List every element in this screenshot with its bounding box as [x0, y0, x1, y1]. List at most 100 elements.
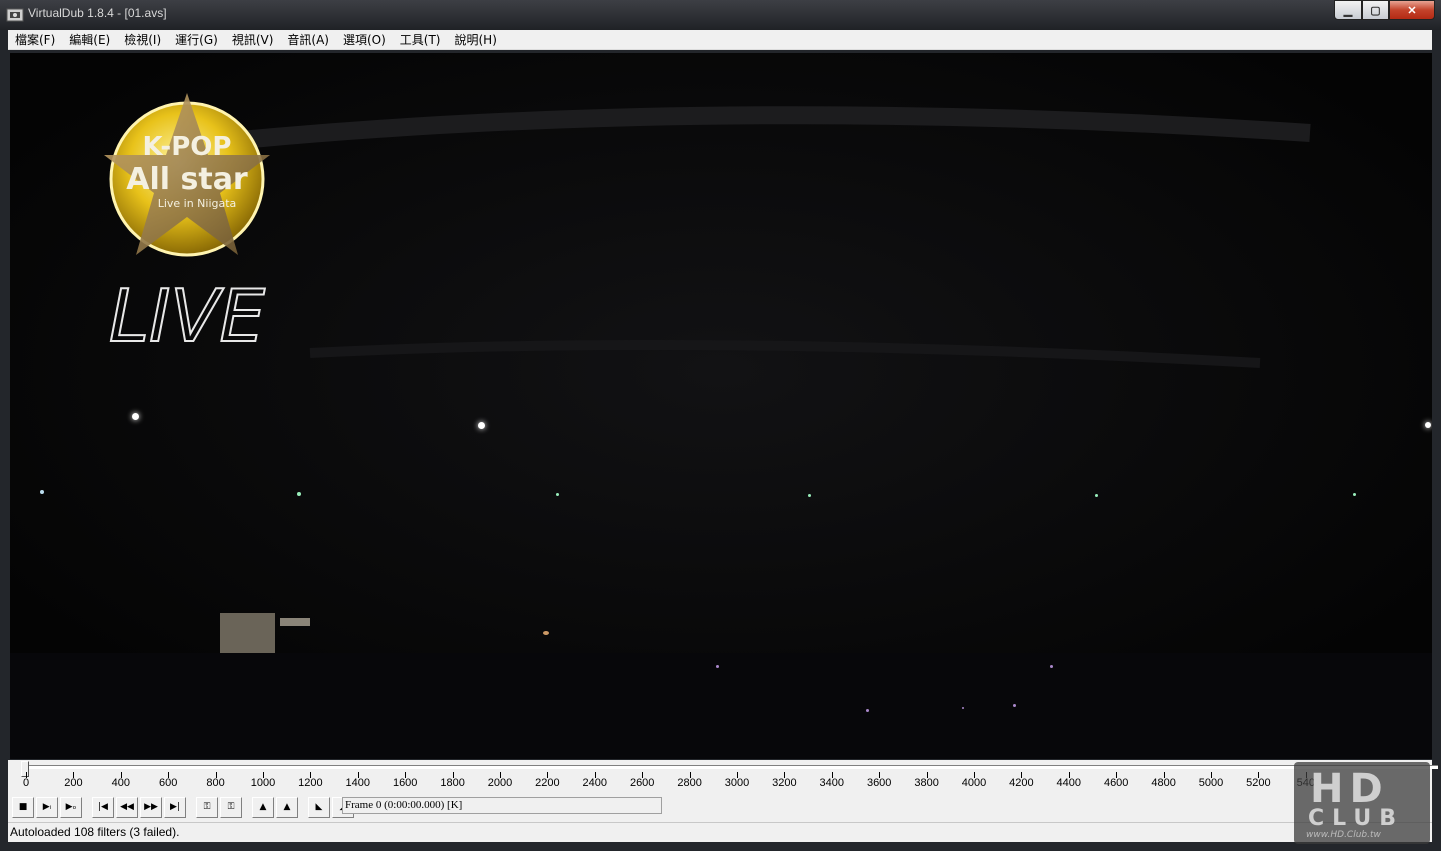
minimize-icon: ▁ — [1343, 4, 1353, 17]
go-start-icon: |◀ — [98, 802, 108, 812]
close-icon: ✕ — [1407, 4, 1417, 17]
next-keyframe-button[interactable]: ⚿ — [220, 796, 242, 818]
menu-go[interactable]: 運行(G) — [168, 30, 225, 50]
position-slider-track[interactable] — [22, 765, 1438, 769]
menu-audio[interactable]: 音訊(A) — [280, 30, 336, 50]
timeline-label: 2400 — [582, 777, 608, 789]
go-end-button[interactable]: ▶| — [164, 796, 186, 818]
play-output-button[interactable]: ▶ₒ — [60, 796, 82, 818]
prev-scene-button[interactable]: ▲ — [252, 796, 274, 818]
timeline-label: 0 — [22, 777, 30, 789]
menu-video[interactable]: 視訊(V) — [225, 30, 281, 50]
next-scene-icon: ▲ — [283, 802, 291, 812]
timeline-label: 1200 — [298, 777, 323, 789]
close-button[interactable]: ✕ — [1389, 0, 1435, 20]
timeline-label: 1600 — [392, 777, 418, 789]
maximize-icon: ▢ — [1370, 4, 1381, 17]
stage-light — [556, 493, 559, 496]
frame-indicator: Frame 0 (0:00:00.000) [K] — [342, 797, 662, 814]
menu-edit[interactable]: 編輯(E) — [62, 30, 117, 50]
timeline-label: 3200 — [772, 777, 797, 789]
minimize-button[interactable]: ▁ — [1334, 0, 1362, 20]
next-scene-button[interactable]: ▲ — [276, 796, 298, 818]
timeline-label: 1800 — [440, 777, 465, 789]
timeline-label: 600 — [159, 777, 178, 789]
play-input-button[interactable]: ▶ᵢ — [36, 796, 58, 818]
crowd-light — [1013, 704, 1016, 707]
mark-in-icon: ◣ — [315, 802, 323, 812]
stop-icon: ■ — [18, 802, 28, 812]
crowd-light — [716, 665, 719, 668]
crowd-light — [866, 709, 869, 712]
watermark-url: www.HD.Club.tw — [1306, 830, 1381, 840]
timeline-label: 5000 — [1198, 777, 1224, 789]
timeline-label: 1000 — [250, 777, 276, 789]
stage-light — [40, 490, 44, 494]
timeline-label: 4800 — [1151, 777, 1176, 789]
title-bar[interactable]: VirtualDub 1.8.4 - [01.avs] ▁ ▢ ✕ — [0, 0, 1441, 30]
stage-light — [808, 494, 811, 497]
prev-scene-icon: ▲ — [259, 802, 267, 812]
menu-file[interactable]: 檔案(F) — [8, 30, 62, 50]
prev-frame-button[interactable]: ◀◀ — [116, 796, 138, 818]
timeline-label: 2000 — [487, 777, 513, 789]
logo-niigata-text: Live in Niigata — [158, 197, 237, 210]
menu-view[interactable]: 檢視(I) — [117, 30, 168, 50]
kpop-allstar-logo: K-POP All star Live in Niigata LIVE — [104, 93, 270, 353]
maximize-button[interactable]: ▢ — [1362, 0, 1389, 20]
app-icon — [6, 8, 24, 22]
mark-in-button[interactable]: ◣ — [308, 796, 330, 818]
timeline-label: 3000 — [724, 777, 750, 789]
timeline-label: 4600 — [1103, 777, 1129, 789]
play-output-icon: ▶ₒ — [65, 802, 77, 812]
next-keyframe-icon: ⚿ — [227, 802, 235, 812]
timeline-label: 400 — [111, 777, 130, 789]
crowd-light — [1050, 665, 1053, 668]
timeline-label: 4000 — [961, 777, 987, 789]
prev-keyframe-button[interactable]: ⚿ — [196, 796, 218, 818]
live-text: LIVE — [109, 274, 266, 353]
timeline-label: 3400 — [819, 777, 845, 789]
timeline-labels: 0 200 400 600 800 1000 1200 1400 1600 1800 2000 220… — [8, 777, 1432, 791]
stage-light — [132, 413, 139, 420]
playback-toolbar: ■▶ᵢ▶ₒ|◀◀◀▶▶▶|⚿⚿▲▲◣◢ — [12, 796, 356, 818]
stage-light — [543, 631, 549, 635]
video-preview-pane[interactable]: K-POP All star Live in Niigata LIVE — [10, 53, 1432, 759]
timeline-label: 800 — [206, 777, 225, 789]
stage-light — [297, 492, 301, 496]
logo-kpop-text: K-POP — [143, 132, 232, 162]
prev-keyframe-icon: ⚿ — [203, 802, 211, 812]
menu-help[interactable]: 說明(H) — [447, 30, 503, 50]
timeline-label: 2800 — [677, 777, 702, 789]
timeline-label: 2200 — [535, 777, 560, 789]
timeline-label: 5200 — [1246, 777, 1271, 789]
timeline-label: 3800 — [914, 777, 939, 789]
timeline-label: 1400 — [345, 777, 371, 789]
caption-buttons: ▁ ▢ ✕ — [1334, 0, 1435, 20]
timeline-label: 4200 — [1009, 777, 1034, 789]
go-start-button[interactable]: |◀ — [92, 796, 114, 818]
prev-frame-icon: ◀◀ — [120, 802, 134, 812]
menu-bar: 檔案(F) 編輯(E) 檢視(I) 運行(G) 視訊(V) 音訊(A) 選項(O… — [8, 30, 1432, 50]
timeline-label: 200 — [64, 777, 83, 789]
stage-light — [1425, 422, 1431, 428]
next-frame-button[interactable]: ▶▶ — [140, 796, 162, 818]
status-bar: Autoloaded 108 filters (3 failed). — [8, 822, 1432, 840]
crowd-light — [962, 707, 964, 709]
stage-light — [1353, 493, 1356, 496]
stop-button[interactable]: ■ — [12, 796, 34, 818]
window-title: VirtualDub 1.8.4 - [01.avs] — [28, 6, 167, 20]
menu-tools[interactable]: 工具(T) — [393, 30, 448, 50]
virtualdub-window: VirtualDub 1.8.4 - [01.avs] ▁ ▢ ✕ 檔案(F) … — [0, 0, 1441, 851]
play-input-icon: ▶ᵢ — [42, 802, 52, 812]
menu-options[interactable]: 選項(O) — [336, 30, 393, 50]
next-frame-icon: ▶▶ — [144, 802, 158, 812]
control-panel: 0 200 400 600 800 1000 1200 1400 1600 1800 2000 220… — [8, 760, 1438, 842]
watermark-club: CLUB — [1308, 806, 1405, 831]
stage-light — [478, 422, 485, 429]
logo-allstar-text: All star — [126, 162, 248, 197]
stage-light — [1095, 494, 1098, 497]
timeline-label: 2600 — [629, 777, 655, 789]
hdclub-watermark: HD CLUB www.HD.Club.tw — [1294, 762, 1430, 844]
timeline-label: 4400 — [1056, 777, 1082, 789]
